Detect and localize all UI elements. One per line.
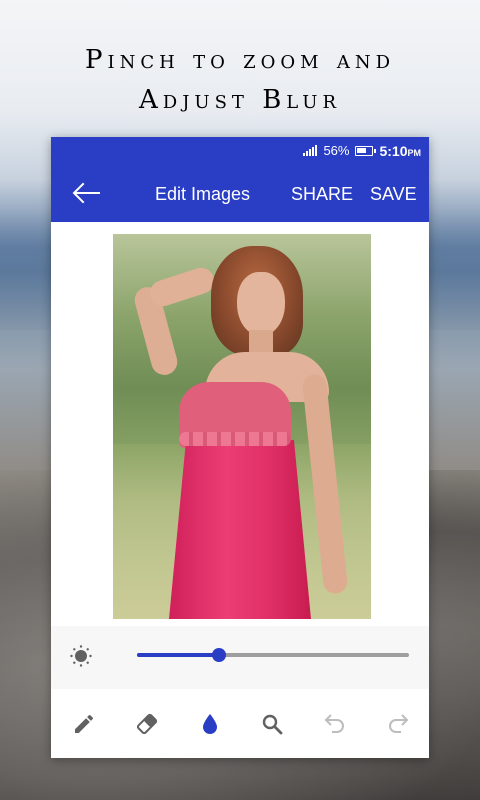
promo-line-2: Adjust Blur	[139, 85, 341, 115]
promo-headline: Pinch to zoom and Adjust Blur	[0, 40, 480, 120]
image-canvas[interactable]	[51, 222, 429, 626]
promo-line-1: Pinch to zoom and	[84, 45, 395, 75]
zoom-icon[interactable]	[259, 711, 285, 737]
blur-icon	[70, 645, 92, 667]
blur-slider[interactable]	[137, 645, 409, 665]
undo-icon[interactable]	[322, 711, 348, 737]
edited-photo[interactable]	[113, 234, 371, 619]
share-button[interactable]: SHARE	[291, 184, 353, 205]
drop-icon[interactable]	[197, 711, 223, 737]
app-bar: Edit Images SHARE SAVE	[51, 164, 429, 222]
edit-toolbar	[51, 689, 429, 758]
page-title: Edit Images	[155, 184, 251, 204]
save-button[interactable]: SAVE	[370, 184, 417, 205]
battery-percent: 56%	[323, 143, 350, 158]
slider-fill	[137, 653, 219, 657]
slider-thumb[interactable]	[211, 648, 226, 662]
status-bar: 56% 5:10PM	[51, 137, 429, 164]
arrow-left-icon[interactable]	[71, 181, 101, 205]
blur-controls	[51, 626, 429, 689]
redo-icon[interactable]	[385, 711, 411, 737]
eraser-icon[interactable]	[134, 711, 160, 737]
clock: 5:10PM	[379, 142, 421, 159]
battery-icon	[355, 145, 377, 156]
pencil-icon[interactable]	[71, 711, 97, 737]
app-screen: 56% 5:10PM Edit Images SHARE SAVE	[51, 137, 429, 758]
signal-icon	[303, 145, 318, 156]
